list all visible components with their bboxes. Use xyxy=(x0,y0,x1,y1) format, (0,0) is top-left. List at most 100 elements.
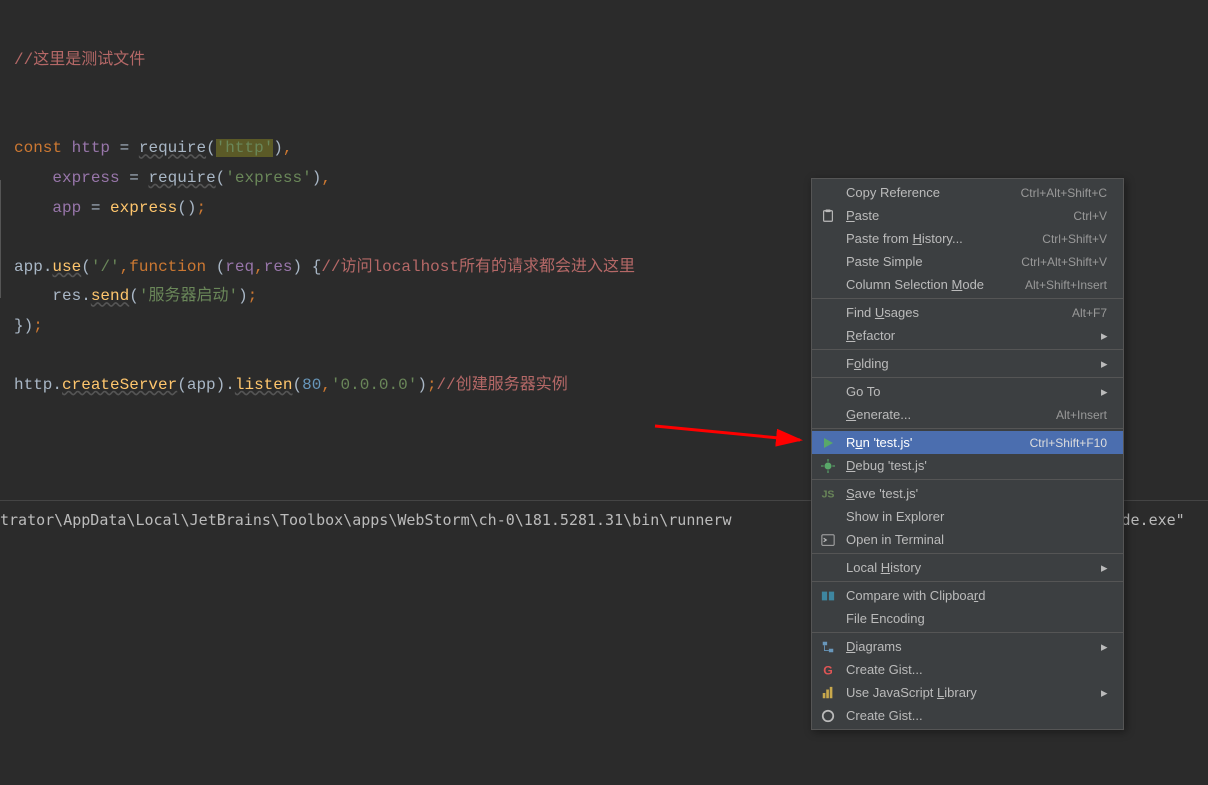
menu-item-label: File Encoding xyxy=(846,611,1107,626)
menu-item-refactor[interactable]: Refactor▸ xyxy=(812,324,1123,347)
paste-icon xyxy=(820,208,836,224)
blank-icon xyxy=(820,509,836,525)
blank-icon xyxy=(820,611,836,627)
run-icon xyxy=(820,435,836,451)
menu-item-copy-reference[interactable]: Copy ReferenceCtrl+Alt+Shift+C xyxy=(812,181,1123,204)
menu-item-label: Refactor xyxy=(846,328,1101,343)
code-token: '服务器启动' xyxy=(139,287,238,305)
fold-gutter[interactable] xyxy=(0,180,10,298)
menu-item-label: Folding xyxy=(846,356,1101,371)
menu-separator xyxy=(812,428,1123,429)
code-comment: //访问localhost所有的请求都会进入这里 xyxy=(321,258,635,276)
menu-separator xyxy=(812,479,1123,480)
menu-item-label: Open in Terminal xyxy=(846,532,1107,547)
code-token: 'http' xyxy=(216,139,274,157)
menu-item-find-usages[interactable]: Find UsagesAlt+F7 xyxy=(812,301,1123,324)
menu-item-open-terminal[interactable]: Open in Terminal xyxy=(812,528,1123,551)
menu-item-label: Diagrams xyxy=(846,639,1101,654)
menu-item-shortcut: Ctrl+Alt+Shift+V xyxy=(1021,255,1107,269)
blank-icon xyxy=(820,185,836,201)
menu-item-show-explorer[interactable]: Show in Explorer xyxy=(812,505,1123,528)
blank-icon xyxy=(820,356,836,372)
menu-item-shortcut: Alt+Insert xyxy=(1056,408,1107,422)
code-token: app xyxy=(187,376,216,394)
menu-item-compare-clip[interactable]: Compare with Clipboard xyxy=(812,584,1123,607)
blank-icon xyxy=(820,254,836,270)
submenu-arrow-icon: ▸ xyxy=(1101,384,1107,400)
code-token: app xyxy=(14,258,43,276)
code-token: require xyxy=(139,139,206,157)
menu-item-save[interactable]: JS Save 'test.js' xyxy=(812,482,1123,505)
menu-item-label: Local History xyxy=(846,560,1101,575)
save-icon: JS xyxy=(820,486,836,502)
submenu-arrow-icon: ▸ xyxy=(1101,685,1107,701)
menu-item-label: Go To xyxy=(846,384,1101,399)
gist-icon: G xyxy=(820,662,836,678)
menu-item-paste-history[interactable]: Paste from History...Ctrl+Shift+V xyxy=(812,227,1123,250)
jslib-icon xyxy=(820,685,836,701)
menu-item-generate[interactable]: Generate...Alt+Insert xyxy=(812,403,1123,426)
menu-item-diagrams[interactable]: Diagrams▸ xyxy=(812,635,1123,658)
menu-item-label: Debug 'test.js' xyxy=(846,458,1107,473)
blank-icon xyxy=(820,277,836,293)
terminal-icon xyxy=(820,532,836,548)
menu-item-label: Run 'test.js' xyxy=(846,435,1030,450)
svg-text:JS: JS xyxy=(822,488,835,500)
menu-item-shortcut: Alt+Shift+Insert xyxy=(1025,278,1107,292)
menu-separator xyxy=(812,377,1123,378)
code-token: const xyxy=(14,139,62,157)
menu-item-shortcut: Ctrl+Shift+F10 xyxy=(1030,436,1107,450)
editor-context-menu[interactable]: Copy ReferenceCtrl+Alt+Shift+CPasteCtrl+… xyxy=(811,178,1124,730)
menu-separator xyxy=(812,553,1123,554)
submenu-arrow-icon: ▸ xyxy=(1101,328,1107,344)
menu-item-label: Show in Explorer xyxy=(846,509,1107,524)
menu-item-shortcut: Alt+F7 xyxy=(1072,306,1107,320)
menu-item-go-to[interactable]: Go To▸ xyxy=(812,380,1123,403)
code-token: http xyxy=(72,139,110,157)
code-token: } xyxy=(14,317,24,335)
menu-item-local-history[interactable]: Local History▸ xyxy=(812,556,1123,579)
menu-item-label: Copy Reference xyxy=(846,185,1021,200)
code-token: express xyxy=(110,199,177,217)
menu-item-label: Use JavaScript Library xyxy=(846,685,1101,700)
menu-item-js-lib[interactable]: Use JavaScript Library▸ xyxy=(812,681,1123,704)
menu-item-label: Paste xyxy=(846,208,1073,223)
blank-icon xyxy=(820,328,836,344)
menu-separator xyxy=(812,349,1123,350)
menu-item-debug[interactable]: Debug 'test.js' xyxy=(812,454,1123,477)
menu-item-label: Create Gist... xyxy=(846,708,1107,723)
menu-item-shortcut: Ctrl+Alt+Shift+C xyxy=(1021,186,1107,200)
menu-item-label: Column Selection Mode xyxy=(846,277,1025,292)
blank-icon xyxy=(820,407,836,423)
menu-separator xyxy=(812,632,1123,633)
code-token: createServer xyxy=(62,376,177,394)
code-token: 'express' xyxy=(225,169,311,187)
menu-item-label: Compare with Clipboard xyxy=(846,588,1107,603)
blank-icon xyxy=(820,384,836,400)
menu-item-file-encoding[interactable]: File Encoding xyxy=(812,607,1123,630)
code-token: 80 xyxy=(302,376,321,394)
console-text: de.exe" xyxy=(1122,511,1194,529)
blank-icon xyxy=(820,231,836,247)
menu-item-paste[interactable]: PasteCtrl+V xyxy=(812,204,1123,227)
svg-text:G: G xyxy=(823,663,833,677)
github-icon xyxy=(820,708,836,724)
menu-item-create-gist-2[interactable]: Create Gist... xyxy=(812,704,1123,727)
code-token: send xyxy=(91,287,129,305)
menu-item-column-select[interactable]: Column Selection ModeAlt+Shift+Insert xyxy=(812,273,1123,296)
menu-item-label: Save 'test.js' xyxy=(846,486,1107,501)
code-token: function xyxy=(129,258,206,276)
submenu-arrow-icon: ▸ xyxy=(1101,560,1107,576)
menu-item-create-gist[interactable]: G Create Gist... xyxy=(812,658,1123,681)
menu-item-label: Paste Simple xyxy=(846,254,1021,269)
code-token: listen xyxy=(235,376,293,394)
submenu-arrow-icon: ▸ xyxy=(1101,356,1107,372)
menu-separator xyxy=(812,298,1123,299)
menu-item-folding[interactable]: Folding▸ xyxy=(812,352,1123,375)
menu-item-label: Create Gist... xyxy=(846,662,1107,677)
menu-item-run[interactable]: Run 'test.js'Ctrl+Shift+F10 xyxy=(812,431,1123,454)
menu-item-shortcut: Ctrl+V xyxy=(1073,209,1107,223)
menu-item-paste-simple[interactable]: Paste SimpleCtrl+Alt+Shift+V xyxy=(812,250,1123,273)
code-comment: //创建服务器实例 xyxy=(437,376,568,394)
submenu-arrow-icon: ▸ xyxy=(1101,639,1107,655)
